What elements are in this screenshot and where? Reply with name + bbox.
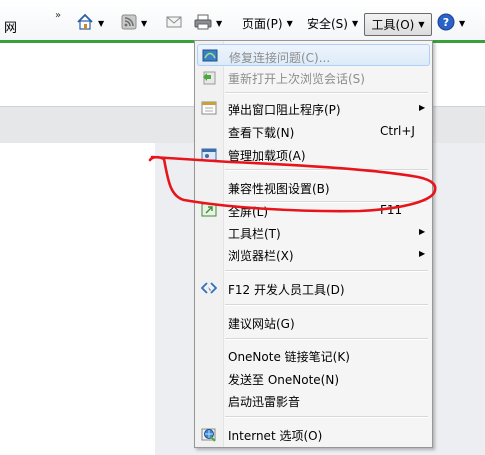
popup-blocker-icon <box>201 100 217 116</box>
menu-item-shortcut: F11 <box>380 203 403 217</box>
menu-item-diagnose-connection[interactable]: 修复连接问题(C)... <box>197 44 430 66</box>
menu-item-popup-blocker[interactable]: 弹出窗口阻止程序(P) ▶ <box>197 97 430 119</box>
tools-menu-label: 工具(O) <box>371 18 415 32</box>
menu-item-fullscreen[interactable]: 全屏(L) F11 <box>197 199 430 221</box>
tools-menu-button[interactable]: 工具(O) ▼ <box>364 13 432 36</box>
feeds-button[interactable]: ▼ <box>121 12 147 34</box>
menu-item-shortcut: Ctrl+J <box>380 124 415 138</box>
menu-item-onenote-linked-notes[interactable]: OneNote 链接笔记(K) <box>197 344 430 366</box>
menu-item-internet-options[interactable]: Internet 选项(O) <box>197 423 430 445</box>
home-icon <box>76 13 94 34</box>
page-menu-button[interactable]: 页面(P) ▼ <box>242 12 293 34</box>
menu-item-label: 启动迅雷影音 <box>228 395 301 409</box>
print-dropdown-arrow[interactable]: ▼ <box>216 19 222 28</box>
menu-separator <box>225 270 428 272</box>
submenu-arrow-icon: ▶ <box>419 227 426 236</box>
menu-item-reopen-session[interactable]: 重新打开上次浏览会话(S) <box>197 66 430 88</box>
menu-separator <box>225 169 428 171</box>
menu-item-view-downloads[interactable]: 查看下载(N) Ctrl+J <box>197 120 430 142</box>
menu-item-label: 查看下载(N) <box>228 126 295 140</box>
overflow-chevron[interactable]: » <box>55 10 61 21</box>
home-dropdown-arrow[interactable]: ▼ <box>98 19 104 28</box>
menu-item-developer-tools[interactable]: F12 开发人员工具(D) <box>197 277 430 299</box>
menu-item-manage-addons[interactable]: 管理加载项(A) <box>197 143 430 165</box>
reopen-session-icon <box>201 69 217 85</box>
menu-item-compatibility-view-settings[interactable]: 兼容性视图设置(B) <box>197 176 430 198</box>
menu-item-label: 弹出窗口阻止程序(P) <box>228 103 341 117</box>
page-content-top <box>433 43 485 107</box>
diagnose-connection-icon <box>202 48 218 64</box>
command-bar: 网 » ▼ ▼ ▼ 页面(P) ▼ 安全(S) ▼ 工具(O) ▼ ? ▼ <box>0 0 485 40</box>
safety-dropdown-arrow: ▼ <box>351 18 359 28</box>
tools-dropdown-arrow: ▼ <box>418 20 425 29</box>
home-button[interactable]: ▼ <box>76 12 104 34</box>
submenu-arrow-icon: ▶ <box>419 103 426 112</box>
menu-item-launch-xunlei-player[interactable]: 启动迅雷影音 <box>197 389 430 411</box>
menu-item-label: 建议网站(G) <box>228 317 295 331</box>
menu-item-label: Internet 选项(O) <box>228 429 323 443</box>
submenu-arrow-icon: ▶ <box>419 249 426 258</box>
feeds-dropdown-arrow[interactable]: ▼ <box>141 19 147 28</box>
menu-item-suggested-sites[interactable]: 建议网站(G) <box>197 311 430 333</box>
menu-item-label: 全屏(L) <box>228 205 269 219</box>
menu-item-label: OneNote 链接笔记(K) <box>228 350 350 364</box>
print-button[interactable]: ▼ <box>194 12 222 34</box>
page-menu-label: 页面(P) <box>242 16 283 31</box>
menu-separator <box>225 416 428 418</box>
menu-item-label: F12 开发人员工具(D) <box>228 283 345 297</box>
menu-separator <box>225 338 428 340</box>
read-mail-icon <box>166 15 182 32</box>
help-icon: ? <box>437 13 455 34</box>
safety-menu-label: 安全(S) <box>307 16 348 31</box>
developer-tools-icon <box>200 280 218 296</box>
manage-addons-icon <box>201 146 217 162</box>
page-dropdown-arrow: ▼ <box>286 18 293 28</box>
help-dropdown-arrow[interactable]: ▼ <box>459 19 465 28</box>
menu-item-label: 发送至 OneNote(N) <box>228 373 339 387</box>
menu-separator <box>225 304 428 306</box>
menu-item-toolbars[interactable]: 工具栏(T) ▶ <box>197 221 430 243</box>
truncated-title-text: 网 <box>4 21 18 36</box>
svg-text:?: ? <box>443 16 449 29</box>
page-left-panel <box>0 143 155 455</box>
menu-item-label: 浏览器栏(X) <box>228 249 294 263</box>
menu-item-explorer-bars[interactable]: 浏览器栏(X) ▶ <box>197 243 430 265</box>
safety-menu-button[interactable]: 安全(S) ▼ <box>307 12 358 34</box>
menu-item-label: 重新打开上次浏览会话(S) <box>228 72 365 86</box>
help-button[interactable]: ? ▼ <box>437 12 465 34</box>
menu-item-label: 兼容性视图设置(B) <box>228 182 330 196</box>
fullscreen-icon <box>201 202 217 218</box>
internet-options-icon <box>201 426 217 442</box>
menu-item-label: 工具栏(T) <box>228 227 281 241</box>
menu-item-label: 管理加载项(A) <box>228 149 306 163</box>
menu-item-send-to-onenote[interactable]: 发送至 OneNote(N) <box>197 367 430 389</box>
menu-separator <box>225 92 428 94</box>
read-mail-button[interactable] <box>166 12 182 34</box>
print-icon <box>194 13 212 34</box>
menu-item-label: 修复连接问题(C)... <box>229 51 331 65</box>
tools-dropdown-menu: 修复连接问题(C)... 重新打开上次浏览会话(S) 弹出窗口阻止程序(P) ▶… <box>194 40 433 448</box>
rss-feeds-icon <box>121 14 137 33</box>
